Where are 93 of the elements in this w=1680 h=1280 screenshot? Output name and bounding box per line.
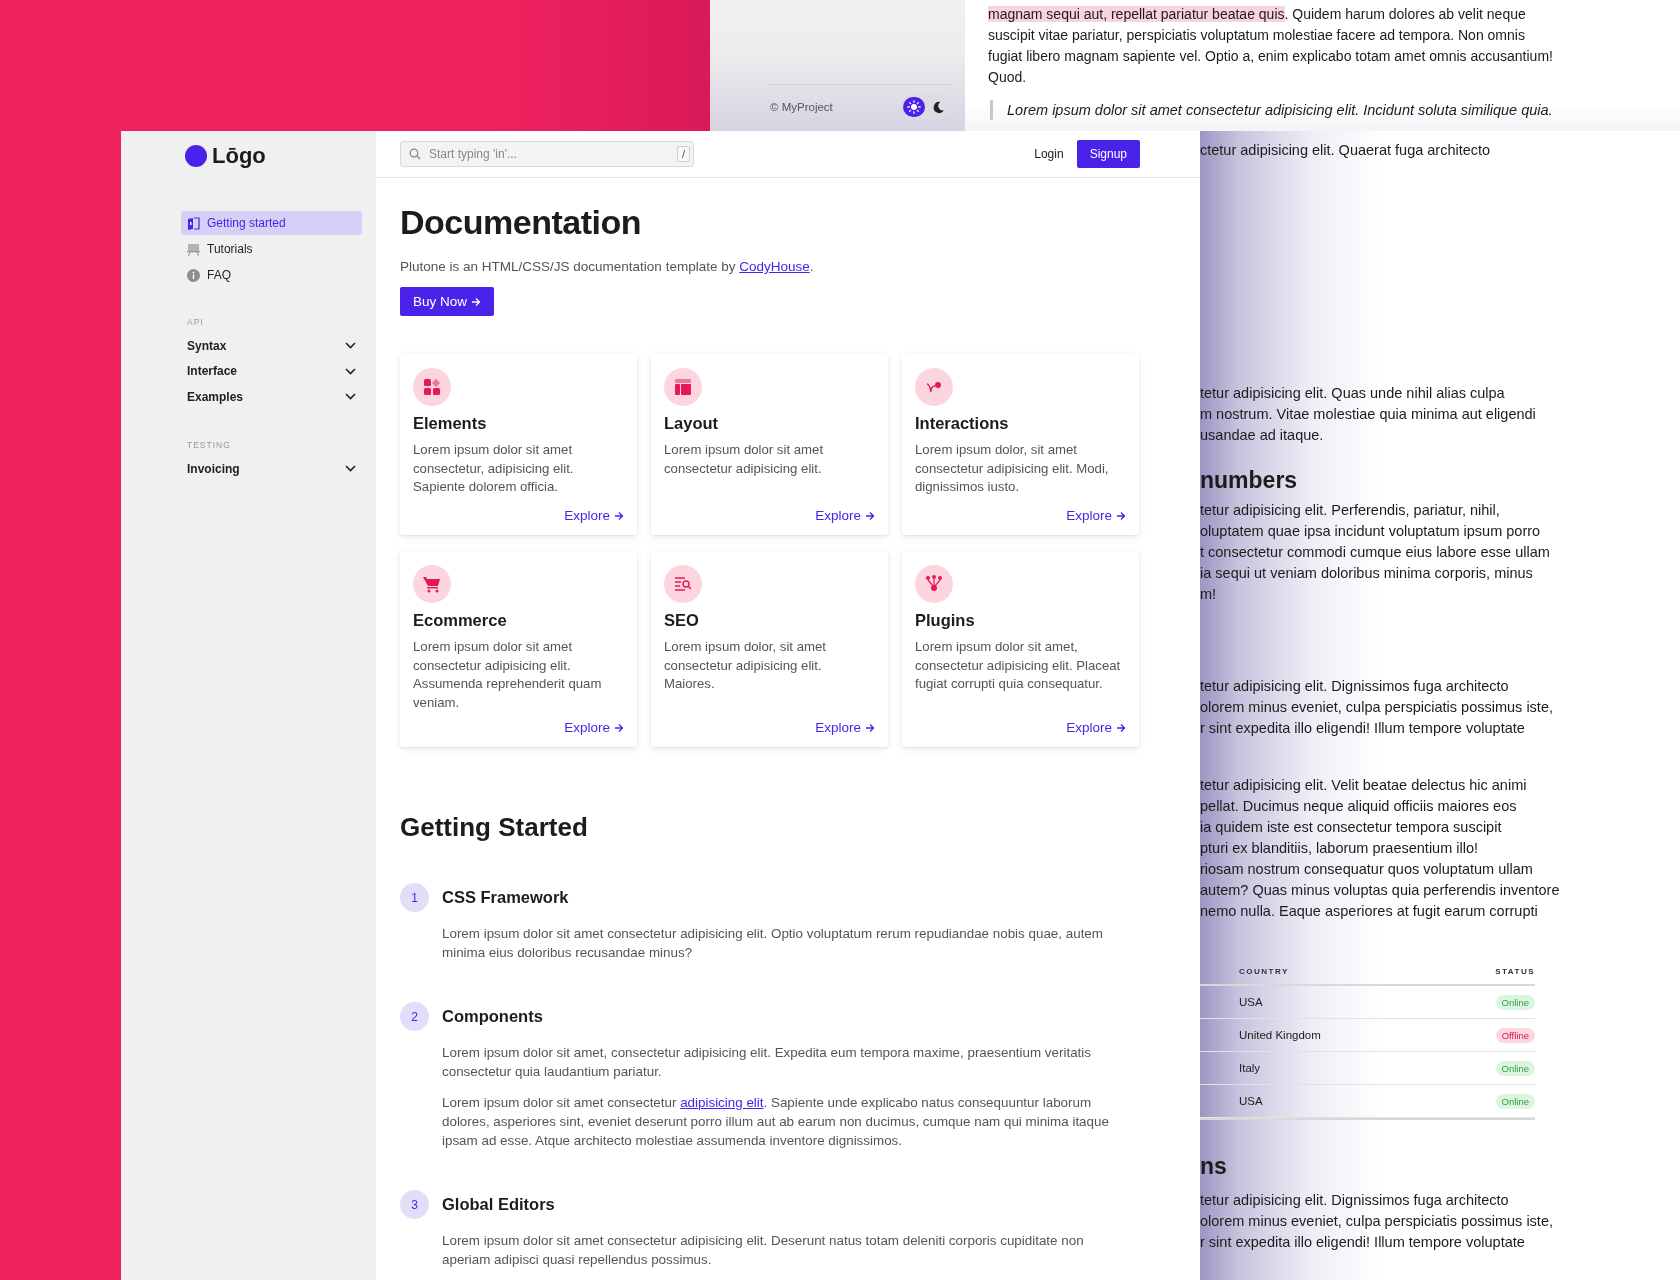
section-heading: Getting Started [400, 811, 589, 843]
chevron-icon[interactable] [345, 393, 356, 401]
article-paragraph: tetur adipisicing elit. Dignissimos fuga architecto olorem minus eveniet, culpa perspiciatis possimus iste, r sint expedita illo eligendi! Illum tempore voluptate [1200, 677, 1554, 738]
card-description: Lorem ipsum dolor sit amet, consectetur adipisicing elit. Placeat fugiat corrupti quia consequatur. [915, 638, 1122, 693]
sun-icon[interactable] [903, 97, 925, 117]
arrow-icon [865, 722, 875, 733]
book-icon [187, 216, 200, 230]
section-label: API [187, 317, 205, 327]
card-title: Elements [413, 414, 488, 433]
article-paragraph: ctetur adipisicing elit. Quaerat fuga architecto [1200, 141, 1492, 160]
explore-link[interactable]: Explore [815, 508, 875, 523]
login-link[interactable]: Login [1034, 147, 1064, 161]
inline-link[interactable]: adipisicing elit [680, 1095, 764, 1110]
arrow-icon [1116, 510, 1126, 521]
card-description: Lorem ipsum dolor, sit amet consectetur adipisicing elit. Maiores. [664, 638, 827, 693]
article-heading: ns [1200, 1152, 1228, 1180]
article-heading: numbers [1200, 466, 1299, 494]
card-description: Lorem ipsum dolor, sit amet consectetur adipisicing elit. Modi, dignissimos iusto. [915, 441, 1110, 496]
nav-item[interactable]: Interface [187, 364, 238, 379]
nav-item[interactable]: Syntax [187, 338, 227, 353]
buy-now-button[interactable]: Buy Now [400, 287, 495, 316]
card-description: Lorem ipsum dolor sit amet consectetur adipisicing elit. Assumenda reprehenderit quam veniam. [413, 638, 603, 712]
nav-item[interactable]: Tutorials [181, 237, 362, 261]
article-paragraph: tetur adipisicing elit. Velit beatae delectus hic animi pellat. Ducimus neque aliquid officiis maiores eos ia quidem iste est consectetur tempora suscipit pturi ex blanditiis, laborum praesentium illo! riosam nostrum consequatur quos voluptatum ullam autem? Quas minus voluptas quia perferendis inventore nemo nulla. Eaque asperiores at fugit earum corrupti [1200, 776, 1561, 921]
article-paragraph: tetur adipisicing elit. Dignissimos fuga architecto olorem minus eveniet, culpa perspiciatis possimus iste, r sint expedita illo eligendi! Illum tempore voluptate [1200, 1191, 1554, 1252]
chevron-icon[interactable] [345, 367, 356, 375]
logo-icon [185, 145, 207, 167]
nav-item[interactable]: Invoicing [187, 461, 240, 476]
shortcut-key: / [676, 146, 690, 162]
article-paragraph: magnam sequi aut, repellat pariatur beatae quis. Quidem harum dolores ab velit neque suscipit vitae pariatur, perspiciatis voluptatum molestiae facere ad tempora. Non omnis fugiat libero magnam sapiente vel. Optio a, enim explicabo totam amet omnis accusantium! Quod. [988, 5, 1554, 87]
step-number: 1 [400, 883, 429, 912]
layout-icon [664, 368, 702, 406]
nodes-icon [915, 565, 953, 603]
chevron-icon[interactable] [345, 465, 356, 473]
arrow-icon [865, 510, 875, 521]
card-title: Ecommerce [413, 611, 508, 630]
section-label: TESTING [187, 439, 232, 450]
cart-icon [413, 565, 451, 603]
chevron-icon[interactable] [345, 342, 356, 350]
card-title: Plugins [915, 611, 976, 630]
explore-link[interactable]: Explore [564, 508, 624, 523]
logo-text: Lōgo [212, 143, 266, 169]
article-paragraph: tetur adipisicing elit. Perferendis, pariatur, nihil, oluptatem quae ipsa incidunt voluptatum ipsum porro t consectetur commodi cumque eius labore esse ullam ia sequi ut veniam doloribus minima corporis, minus m! [1200, 501, 1551, 604]
arrow-icon [1116, 722, 1126, 733]
card-description: Lorem ipsum dolor sit amet consectetur adipisicing elit. [664, 441, 825, 478]
search-input[interactable]: Start typing 'in'... [427, 146, 671, 162]
step-number: 2 [400, 1002, 429, 1031]
status-badge: Online [1495, 1060, 1535, 1076]
status-badge: Online [1495, 994, 1535, 1010]
document-search-icon [664, 565, 702, 603]
explore-link[interactable]: Explore [1066, 720, 1126, 735]
signup-button[interactable]: Signup [1076, 140, 1140, 168]
step-title: Components [442, 1007, 543, 1026]
copyright-text: © MyProject [770, 101, 833, 113]
step-paragraph: Lorem ipsum dolor sit amet consectetur adipisicing elit. Optio voluptatum rerum repudiandae nobis quae, autem minima eius doloribus recusandae minus? [442, 925, 1104, 962]
search-icon [409, 148, 421, 160]
explore-link[interactable]: Explore [1066, 508, 1126, 523]
card-title: Layout [664, 414, 720, 433]
nav-item[interactable]: FAQ [181, 263, 362, 287]
blocks-icon [413, 368, 451, 406]
card-description: Lorem ipsum dolor sit amet consectetur, adipisicing elit. Sapiente dolorem officia. [413, 441, 575, 496]
card-title: SEO [664, 611, 700, 630]
step-number: 3 [400, 1190, 429, 1219]
table-cell: USA [1239, 1095, 1263, 1107]
status-badge: Online [1495, 1093, 1535, 1109]
step-paragraph: Lorem ipsum dolor sit amet, consectetur adipisicing elit. Expedita eum tempora maxime, praesentium veritatis consectetur quia laudantium pariatur. [442, 1044, 1092, 1081]
article-paragraph: tetur adipisicing elit. Quas unde nihil alias culpa m nostrum. Vitae molestiae quia minima aut eligendi usandae ad itaque. [1200, 384, 1537, 445]
info-icon [187, 268, 200, 282]
arrow-icon [614, 722, 624, 733]
step-title: Global Editors [442, 1195, 555, 1214]
arrow-icon [614, 510, 624, 521]
card-title: Interactions [915, 414, 1010, 433]
codyhouse-link[interactable]: CodyHouse [739, 259, 810, 274]
step-paragraph: Lorem ipsum dolor sit amet consectetur adipisicing elit. Deserunt natus totam deleniti corporis cupiditate non aperiam adipisci quasi repellendus possimus. [442, 1232, 1085, 1269]
search-bar[interactable]: Start typing 'in'... / [400, 141, 694, 167]
easel-icon [187, 242, 200, 256]
arrow-icon [471, 296, 482, 307]
nav-item[interactable]: Getting started [181, 211, 362, 235]
page-description: Plutone is an HTML/CSS/JS documentation template by CodyHouse. [400, 259, 815, 274]
explore-link[interactable]: Explore [815, 720, 875, 735]
column-header: STATUS [1495, 966, 1535, 976]
column-header: COUNTRY [1239, 966, 1289, 976]
table-cell: USA [1239, 996, 1263, 1008]
status-badge: Offline [1495, 1027, 1535, 1043]
step-paragraph: Lorem ipsum dolor sit amet consectetur adipisicing elit. Sapiente unde explicabo natus consequuntur laborum dolores, asperiores sint, eveniet deserunt porro illum aut ab earum non ducimus, cumque nam qui minima itaque ipsam ad esse. Atque architecto molestiae assumenda inventore dignissimos. [442, 1094, 1110, 1150]
table-cell: United Kingdom [1239, 1029, 1321, 1041]
explore-link[interactable]: Explore [564, 720, 624, 735]
page-title: Documentation [400, 202, 642, 242]
table-cell: Italy [1239, 1062, 1261, 1074]
curve-dot-icon [915, 368, 953, 406]
nav-item[interactable]: Examples [187, 390, 244, 404]
step-title: CSS Framework [442, 888, 569, 907]
blockquote: Lorem ipsum dolor sit amet consectetur adipisicing elit. Incidunt soluta similique quia. [990, 100, 1680, 120]
